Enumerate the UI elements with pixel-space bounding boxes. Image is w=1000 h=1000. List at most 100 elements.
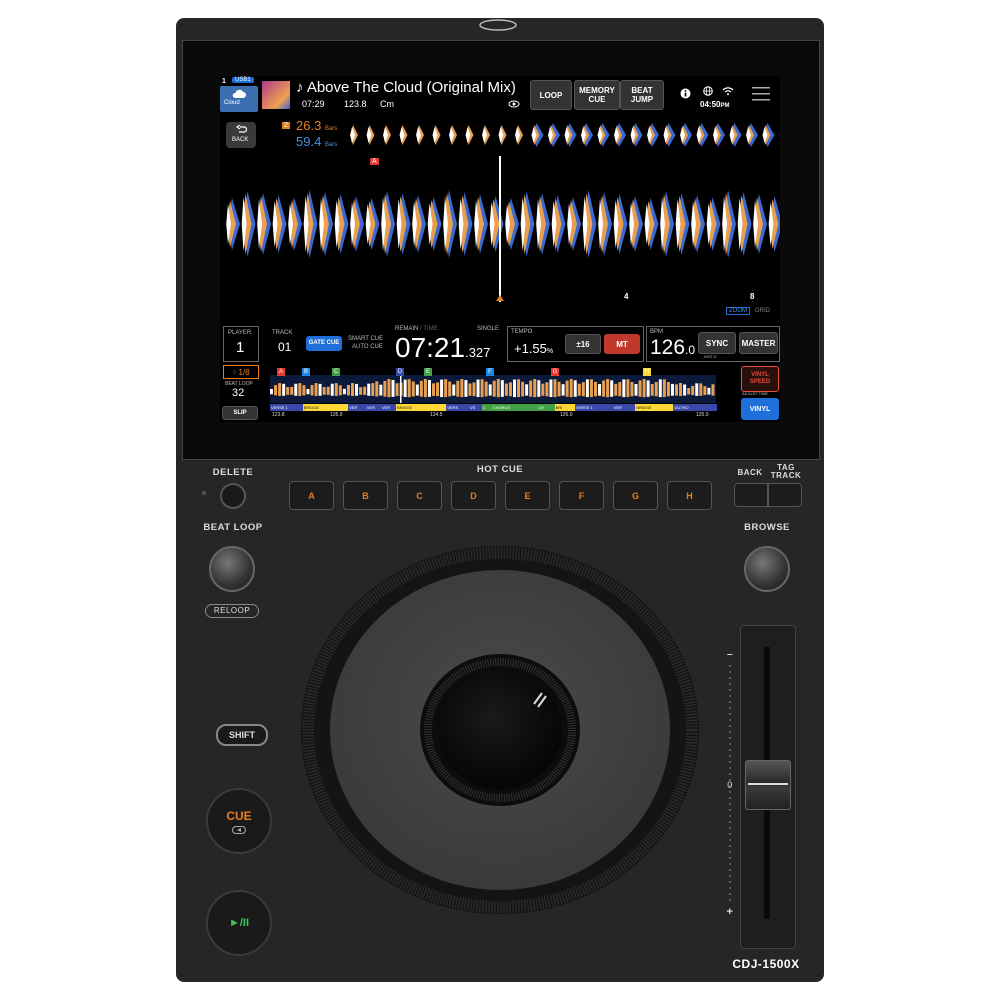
source-badge: USB1 (232, 77, 254, 83)
master-button[interactable]: MASTER (739, 332, 778, 354)
tag-track-button[interactable] (768, 483, 802, 507)
track-title: ♪ Above The Cloud (Original Mix) (296, 79, 516, 96)
screen-back-button[interactable]: BACK (226, 122, 256, 148)
remain-time-display: 07:21.327 (395, 332, 491, 363)
hot-cue-pad-a[interactable]: A (289, 481, 334, 510)
adjust-time-label: ADJUST TIME (742, 391, 769, 396)
delete-indicator (202, 491, 206, 495)
phrase-segment: VER (380, 404, 397, 411)
vinyl-button[interactable]: VINYL (741, 398, 779, 420)
cue-label: CUE (226, 808, 252, 823)
phrase-bpm: 123.8 (272, 412, 285, 418)
phrase-bpm: 126.0 (560, 412, 573, 418)
track-bpm: 123.8 (344, 99, 367, 109)
phrase-segment: VERS (446, 404, 471, 411)
wifi-icon (722, 87, 734, 96)
tempo-box: TEMPO +1.55% ±16 MT (507, 326, 644, 362)
hot-cue-label: HOT CUE (476, 464, 524, 475)
slip-button[interactable]: SLIP (222, 406, 258, 420)
play-pause-button[interactable]: ►/II (206, 890, 272, 956)
phrase-segment: VER (365, 404, 382, 411)
auto-cue-label: AUTO CUE (352, 344, 383, 350)
bars-primary-row: 26.3 Bars (296, 118, 338, 133)
cloud-source-button[interactable]: Cloud (220, 86, 258, 112)
hot-cue-pad-h[interactable]: H (667, 481, 712, 510)
gate-cue-button[interactable]: GATE CUE (306, 336, 342, 351)
vinyl-speed-button[interactable]: VINYL SPEED (741, 366, 779, 392)
menu-icon[interactable] (752, 86, 770, 101)
beat-marker-4: 4 (624, 292, 629, 301)
hot-cue-pad-g[interactable]: G (613, 481, 658, 510)
zoom-button[interactable]: ZOOM (726, 307, 750, 315)
tempo-slider-handle[interactable] (745, 760, 791, 810)
back-label: BACK (737, 468, 763, 477)
phrase-bpm-row: 123.8 126.9 124.5 126.0 125.0 (270, 412, 716, 419)
cue-return-icon (232, 825, 246, 834)
phrase-bpm: 126.9 (330, 412, 343, 418)
shift-button[interactable]: SHIFT (216, 724, 268, 746)
jog-wheel[interactable] (300, 546, 700, 918)
cue-marker-a: A (370, 158, 379, 165)
delete-label: DELETE (212, 467, 254, 478)
overview-cue-e[interactable]: E (424, 368, 432, 376)
hot-cue-pad-c[interactable]: C (397, 481, 442, 510)
smart-cue-label: SMART CUE (348, 336, 384, 342)
bpm-box: BPM 126.0 SYNC INST.D MASTER (646, 326, 780, 362)
phrase-segment: VERSE 1 (574, 404, 614, 411)
grid-button[interactable]: GRID (755, 308, 770, 314)
hot-cue-pad-d[interactable]: D (451, 481, 496, 510)
tempo-minus-label: – (726, 649, 734, 660)
eye-icon (508, 100, 520, 108)
bars-index: 2 (282, 122, 290, 129)
phrase-bar: VERSE 1 BRIDGE VER VER VER BRIDGE VERS VE C CHORU… (270, 404, 717, 411)
loop-fraction[interactable]: ○ 1/8 (223, 365, 259, 379)
player-label: PLAYER (228, 330, 252, 336)
overview-cue-f[interactable]: F (486, 368, 494, 376)
bpm-display: 126.0 (650, 336, 696, 359)
brand-logo-icon (479, 19, 517, 31)
inst-label: INST.D (704, 354, 717, 359)
album-artwork (262, 81, 290, 109)
phrase-segment: CH (537, 404, 556, 411)
phrase-segment: OUTRO (673, 404, 717, 411)
tag-track-label: TAG TRACK (770, 463, 802, 480)
back-button[interactable] (734, 483, 768, 507)
beat-loop-label: BEAT LOOP (203, 522, 263, 533)
browse-knob[interactable] (744, 546, 790, 592)
phrase-segment: VER (612, 404, 637, 411)
phrase-segment: VERSE 1 (270, 404, 304, 411)
phrase-segment: BRI (554, 404, 576, 411)
master-tempo-button[interactable]: MT (604, 334, 640, 354)
back-arrow-icon (235, 125, 247, 133)
loop-button[interactable]: LOOP (530, 80, 572, 110)
phrase-segment: VER (348, 404, 367, 411)
upper-waveform (350, 123, 775, 147)
overview-cue-a[interactable]: A (277, 368, 285, 376)
touch-screen[interactable]: 1 USB1 Cloud ♪ Above The Cloud (Original… (220, 76, 780, 422)
beat-loop-knob[interactable] (209, 546, 255, 592)
shift-label: SHIFT (229, 730, 255, 740)
tempo-range-button[interactable]: ±16 (565, 334, 601, 354)
clock-display: 04:50PM (700, 100, 730, 109)
deck-number: 1 (222, 78, 226, 85)
playhead-marker (496, 295, 504, 301)
delete-button[interactable] (220, 483, 246, 509)
tempo-scale-dots (729, 665, 731, 901)
hot-cue-pad-b[interactable]: B (343, 481, 388, 510)
hot-cue-pad-e[interactable]: E (505, 481, 550, 510)
cloud-icon (232, 89, 246, 98)
info-icon[interactable] (680, 88, 691, 99)
overview-cue-g[interactable]: G (551, 368, 559, 376)
bpm-label: BPM (650, 329, 664, 335)
overview-cue-c[interactable]: C (332, 368, 340, 376)
sync-button[interactable]: SYNC (698, 332, 736, 354)
overview-cue-d[interactable]: D (396, 368, 404, 376)
cue-button[interactable]: CUE (206, 788, 272, 854)
beat-jump-button[interactable]: BEAT JUMP (620, 80, 664, 110)
reloop-label: RELOOP (205, 604, 259, 618)
cloud-label: Cloud (224, 100, 240, 106)
overview-cue-b[interactable]: B (302, 368, 310, 376)
overview-cue-h[interactable]: H (643, 368, 651, 376)
memory-cue-button[interactable]: MEMORY CUE (574, 80, 620, 110)
hot-cue-pad-f[interactable]: F (559, 481, 604, 510)
